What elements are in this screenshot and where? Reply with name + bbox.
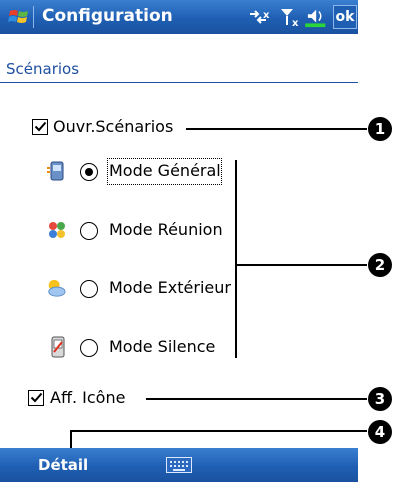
mode-general-label: Mode Général (109, 161, 221, 180)
title-divider (33, 6, 34, 28)
detail-softkey[interactable]: Détail (38, 456, 88, 474)
mode-silent-radio[interactable] (80, 339, 98, 357)
show-icon-label: Aff. Icône (50, 388, 126, 407)
mode-meeting-radio[interactable] (80, 222, 98, 240)
general-mode-icon (47, 161, 64, 181)
callout-number-3: 3 (368, 387, 392, 411)
callout-number-1: 1 (368, 117, 392, 141)
callout-number-4: 4 (368, 420, 392, 444)
section-divider (0, 82, 358, 83)
open-scenarios-checkbox[interactable] (32, 119, 48, 135)
outdoor-mode-icon (48, 279, 66, 297)
show-icon-checkbox[interactable] (28, 390, 44, 406)
silent-mode-icon (51, 336, 65, 358)
callout-line-2 (237, 264, 367, 266)
mode-outdoor-radio[interactable] (80, 280, 98, 298)
connectivity-icon[interactable]: x (246, 6, 272, 28)
svg-text:x: x (263, 10, 270, 21)
section-title: Scénarios (6, 60, 80, 78)
callout-line-3 (146, 398, 367, 400)
volume-icon[interactable] (304, 6, 332, 28)
mode-general-radio[interactable] (80, 163, 98, 181)
ok-button[interactable]: ok (333, 5, 357, 29)
window-title: Configuration (42, 6, 173, 26)
title-bar: Configuration x x ok (0, 0, 358, 34)
callout-bracket-2 (235, 160, 237, 358)
keyboard-icon[interactable] (166, 457, 192, 473)
mode-outdoor-label: Mode Extérieur (109, 278, 231, 297)
mode-meeting-label: Mode Réunion (109, 220, 223, 239)
start-windows-icon[interactable] (8, 6, 30, 28)
callout-line-4-horizontal (71, 430, 367, 432)
callout-number-2: 2 (368, 253, 392, 277)
signal-off-icon[interactable]: x (278, 6, 304, 28)
meeting-mode-icon (49, 222, 65, 238)
svg-text:x: x (292, 18, 299, 28)
callout-line-1 (186, 128, 367, 130)
checkmark-icon (30, 392, 43, 403)
mode-silent-label: Mode Silence (109, 337, 216, 356)
menu-bar: Détail (0, 448, 358, 482)
open-scenarios-label: Ouvr.Scénarios (53, 117, 174, 136)
checkmark-icon (34, 121, 47, 132)
